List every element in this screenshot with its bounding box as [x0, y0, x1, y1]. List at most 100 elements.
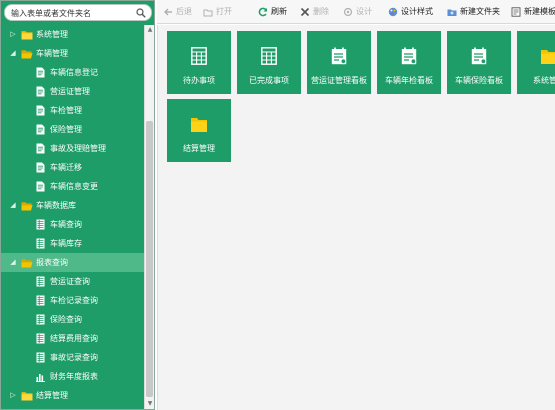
tree-item[interactable]: 营运证查询	[1, 272, 144, 291]
tree-item[interactable]: 保险查询	[1, 310, 144, 329]
tile[interactable]: 系统管理	[517, 31, 555, 94]
tree-item-label: 车辆库存	[50, 239, 82, 248]
tile-label: 待办事项	[183, 76, 215, 85]
tree-folder[interactable]: ▷ 结算管理	[1, 386, 144, 405]
tree-item[interactable]: 财务年度报表	[1, 367, 144, 386]
form-icon	[36, 67, 45, 78]
form-icon	[36, 124, 45, 135]
expand-down-icon[interactable]: ◢	[9, 196, 17, 215]
tile[interactable]: 车辆年检看板	[377, 31, 441, 94]
tree-item-label: 事故记录查询	[50, 353, 98, 362]
tree-item-label: 车辆信息变更	[50, 182, 98, 191]
form-icon	[36, 181, 45, 192]
form-icon	[36, 143, 45, 154]
navigation-tree: ▷ 系统管理 ◢ 车辆管理车辆信息登记 营运证管理车检管理保险管理事故及理赔管理车辆迁移…	[1, 25, 144, 405]
new-template-icon	[511, 7, 521, 17]
tree-item[interactable]: 营运证管理	[1, 82, 144, 101]
expand-down-icon[interactable]: ◢	[9, 44, 17, 63]
tree-item[interactable]: 车检记录查询	[1, 291, 144, 310]
tile[interactable]: 待办事项	[167, 31, 231, 94]
scroll-thumb[interactable]	[146, 121, 153, 397]
search-box	[4, 4, 152, 21]
expand-right-icon[interactable]: ▷	[9, 25, 17, 44]
tree-item[interactable]: 事故及理赔管理	[1, 139, 144, 158]
tree-item-label: 营运证查询	[50, 277, 90, 286]
new-template-label: 新建模板	[524, 7, 555, 16]
report-icon	[36, 276, 45, 287]
report-icon	[36, 295, 45, 306]
open-folder-icon	[21, 50, 33, 59]
refresh-label: 刷新	[271, 7, 287, 16]
form-icon	[36, 105, 45, 116]
tree-item-label: 结算管理	[36, 391, 68, 400]
tree-item-label: 保险管理	[50, 125, 82, 134]
tree-item-label: 营运证管理	[50, 87, 90, 96]
tree-item-label: 保险查询	[50, 315, 82, 324]
search-icon[interactable]	[136, 8, 146, 18]
folder-icon	[191, 118, 207, 132]
tree-item-label: 车辆迁移	[50, 163, 82, 172]
tree-item[interactable]: 车辆信息登记	[1, 63, 144, 82]
report-icon	[36, 333, 45, 344]
scroll-up-arrow-icon[interactable]: ▲	[145, 25, 154, 35]
tile[interactable]: 车辆保险看板	[447, 31, 511, 94]
dashboard-icon	[401, 47, 417, 65]
tree-item-label: 车辆查询	[50, 220, 82, 229]
delete-label: 删除	[313, 7, 329, 16]
toolbar: 后退 打开 刷新 删除 设计 设计样式 新建文件夹 新建模板	[157, 0, 555, 24]
design-icon	[343, 7, 353, 17]
back-arrow-icon	[164, 8, 172, 16]
tree-item[interactable]: 事故记录查询	[1, 348, 144, 367]
tree-item-label: 车检记录查询	[50, 296, 98, 305]
tile-label: 结算管理	[183, 144, 215, 153]
open-folder-icon	[21, 259, 33, 268]
tile[interactable]: 营运证管理看板	[307, 31, 371, 94]
open-folder-icon	[21, 202, 33, 211]
tile-label: 营运证管理看板	[311, 76, 367, 85]
sidebar-scrollbar[interactable]: ▲ ▼	[144, 25, 154, 409]
sidebar: ▷ 系统管理 ◢ 车辆管理车辆信息登记营运证管理车检管理保险管理事故及理赔管理车辆迁移…	[0, 0, 155, 410]
open-folder-icon	[203, 9, 213, 17]
grid-icon	[191, 47, 207, 65]
report-icon	[36, 219, 45, 230]
tree-folder[interactable]: ◢ 车辆数据库	[1, 196, 144, 215]
dashboard-icon	[331, 47, 347, 65]
tile[interactable]: 结算管理	[167, 99, 231, 162]
tree-item[interactable]: 车检管理	[1, 101, 144, 120]
refresh-icon	[258, 7, 268, 17]
tree-item[interactable]: 车辆信息变更	[1, 177, 144, 196]
tree-folder[interactable]: ◢ 车辆管理	[1, 44, 144, 63]
tree-folder[interactable]: ◢ 报表查询	[1, 253, 144, 272]
delete-x-icon	[300, 7, 310, 17]
content-area: 待办事项 已完成事项 营运证管理看板 车辆年检看板 车辆保险看板 系统管理结算管理	[157, 25, 555, 410]
report-icon	[36, 352, 45, 363]
tile-label: 车辆年检看板	[385, 76, 433, 85]
palette-icon	[388, 7, 398, 17]
scroll-down-arrow-icon[interactable]: ▼	[145, 399, 154, 409]
open-label: 打开	[216, 7, 232, 16]
new-folder-icon	[447, 9, 457, 16]
tile-label: 已完成事项	[249, 76, 289, 85]
tree-item-label: 报表查询	[36, 258, 68, 267]
tree-item[interactable]: 车辆迁移	[1, 158, 144, 177]
tree-item[interactable]: 结算费用查询	[1, 329, 144, 348]
grid-icon	[261, 47, 277, 65]
tree-item[interactable]: 车辆库存	[1, 234, 144, 253]
tree-item-label: 系统管理	[36, 30, 68, 39]
tree-item-label: 车辆信息登记	[50, 68, 98, 77]
expand-down-icon[interactable]: ◢	[9, 253, 17, 272]
tree-folder[interactable]: ▷ 系统管理	[1, 25, 144, 44]
form-icon	[36, 162, 45, 173]
tree-item-label: 车辆数据库	[36, 201, 76, 210]
expand-right-icon[interactable]: ▷	[9, 386, 17, 405]
tile[interactable]: 已完成事项	[237, 31, 301, 94]
folder-icon	[541, 50, 555, 64]
tree-item[interactable]: 车辆查询	[1, 215, 144, 234]
form-icon	[36, 86, 45, 97]
search-input[interactable]	[11, 7, 131, 19]
tree-item-label: 财务年度报表	[50, 372, 98, 381]
tree-item-label: 车辆管理	[36, 49, 68, 58]
design-label: 设计	[356, 7, 372, 16]
report-icon	[36, 314, 45, 325]
tree-item[interactable]: 保险管理	[1, 120, 144, 139]
